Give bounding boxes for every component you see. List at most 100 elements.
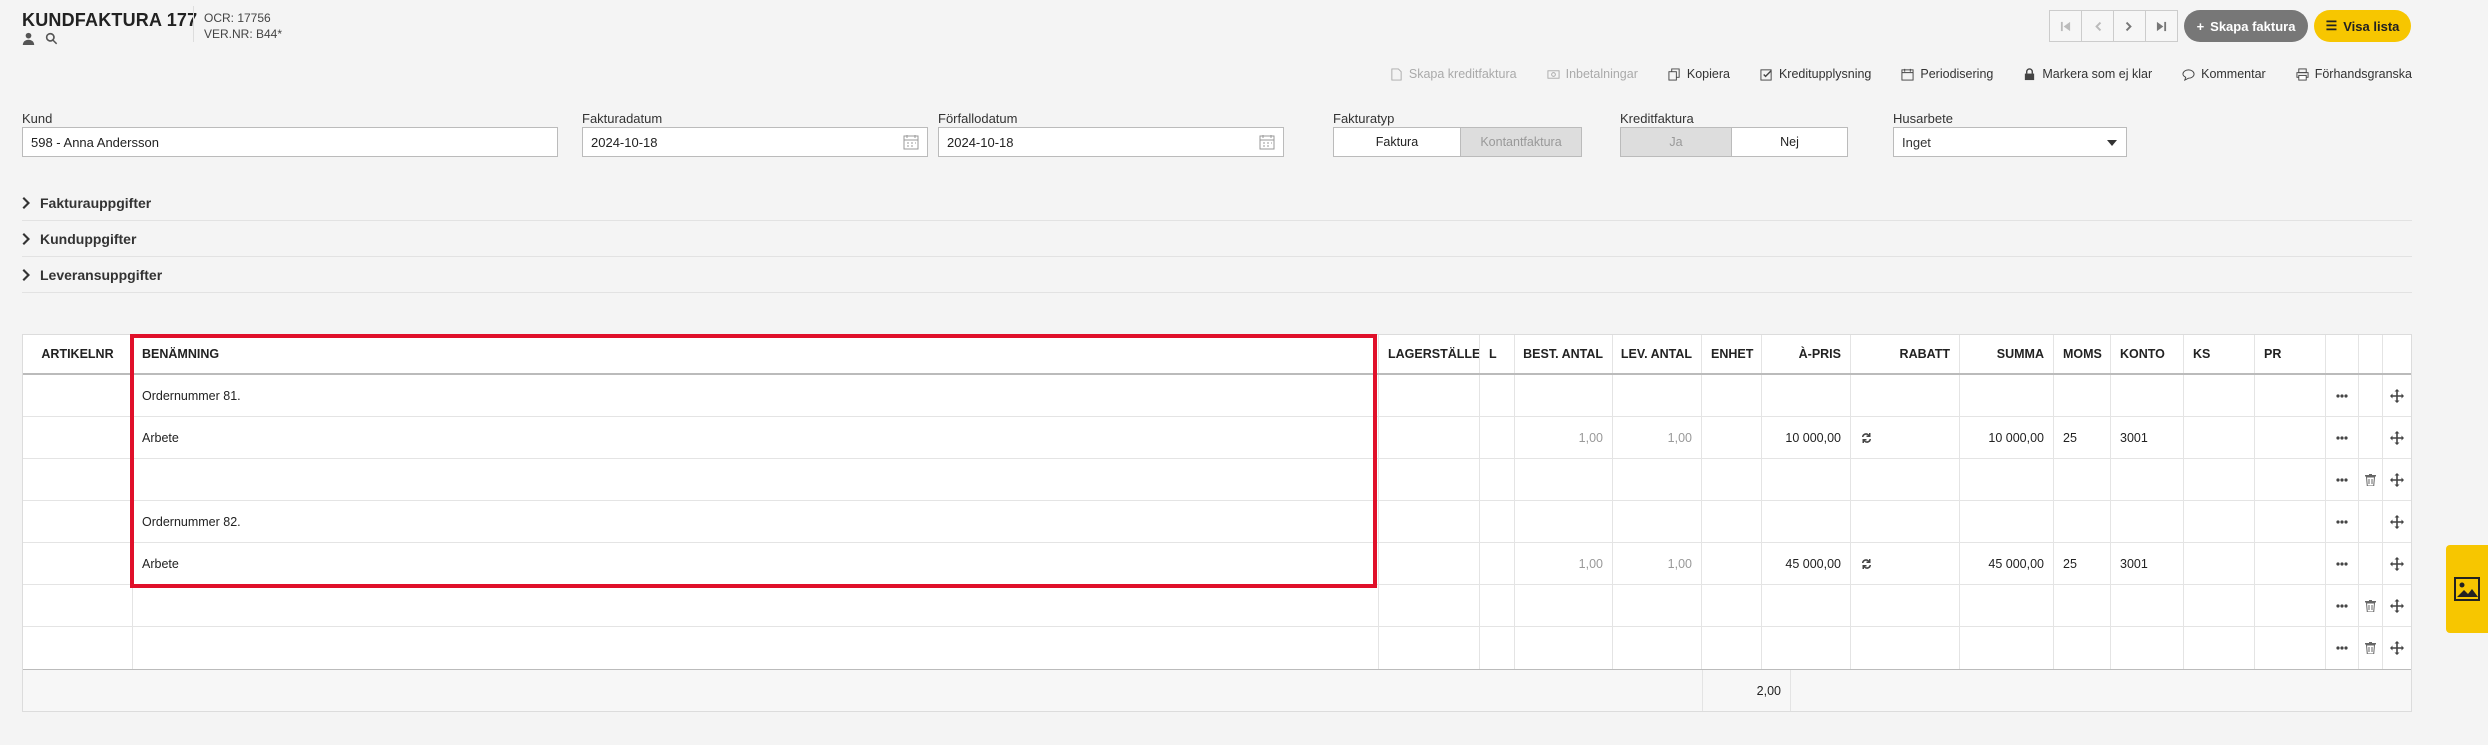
table-row[interactable]	[23, 585, 2411, 627]
cell-moms[interactable]	[2054, 375, 2111, 416]
cell-best-antal[interactable]	[1515, 501, 1613, 542]
section-leveransuppgifter[interactable]: Leveransuppgifter	[22, 257, 2412, 293]
table-cell[interactable]	[1702, 375, 1762, 416]
col-best[interactable]: BEST. ANTAL	[1515, 335, 1613, 373]
cell-konto[interactable]	[2111, 585, 2184, 626]
cell-benamning[interactable]	[133, 459, 1379, 500]
periodize-action[interactable]: Periodisering	[1901, 67, 1993, 81]
table-cell[interactable]	[1702, 543, 1762, 584]
col-pr[interactable]: PR	[2255, 335, 2326, 373]
credit-info-action[interactable]: Kreditupplysning	[1760, 67, 1871, 81]
cell-konto[interactable]: 3001	[2111, 417, 2184, 458]
table-cell[interactable]	[23, 585, 133, 626]
copy-action[interactable]: Kopiera	[1668, 67, 1730, 81]
table-cell[interactable]	[1480, 459, 1515, 500]
move-icon[interactable]	[2383, 585, 2411, 626]
col-rabatt[interactable]: RABATT	[1851, 335, 1960, 373]
image-side-tab[interactable]	[2446, 545, 2488, 633]
cell-rabatt[interactable]	[1851, 627, 1960, 669]
cell-lev-antal[interactable]	[1613, 375, 1702, 416]
user-icon[interactable]	[22, 32, 35, 48]
due-date-field[interactable]: 2024-10-18	[938, 127, 1284, 157]
show-list-button[interactable]: ☰ Visa lista	[2314, 10, 2411, 42]
cell-lev-antal[interactable]	[1613, 501, 1702, 542]
table-cell[interactable]	[1480, 417, 1515, 458]
table-cell[interactable]	[2255, 627, 2326, 669]
cell-best-antal[interactable]	[1515, 585, 1613, 626]
table-row[interactable]	[23, 459, 2411, 501]
table-row[interactable]: Ordernummer 81.	[23, 375, 2411, 417]
section-fakturauppgifter[interactable]: Fakturauppgifter	[22, 185, 2412, 221]
col-apris[interactable]: À-PRIS	[1762, 335, 1851, 373]
table-cell[interactable]	[1379, 627, 1480, 669]
invoice-date-field[interactable]: 2024-10-18	[582, 127, 928, 157]
cell-lev-antal[interactable]	[1613, 627, 1702, 669]
table-cell[interactable]	[23, 627, 133, 669]
table-cell[interactable]	[1379, 417, 1480, 458]
table-cell[interactable]	[2184, 417, 2255, 458]
cell-rabatt[interactable]	[1851, 459, 1960, 500]
more-icon[interactable]	[2326, 627, 2359, 669]
cell-summa[interactable]	[1960, 627, 2054, 669]
more-icon[interactable]	[2326, 585, 2359, 626]
table-cell[interactable]	[1480, 375, 1515, 416]
preview-action[interactable]: Förhandsgranska	[2296, 67, 2412, 81]
table-cell[interactable]	[1480, 501, 1515, 542]
cell-benamning[interactable]	[133, 585, 1379, 626]
col-artikelnr[interactable]: ARTIKELNR	[23, 335, 133, 373]
cell-summa[interactable]	[1960, 459, 2054, 500]
table-cell[interactable]	[2255, 459, 2326, 500]
col-ks[interactable]: KS	[2184, 335, 2255, 373]
cell-benamning[interactable]	[133, 627, 1379, 669]
cell-lev-antal[interactable]: 1,00	[1613, 417, 1702, 458]
table-cell[interactable]	[1702, 501, 1762, 542]
housework-select[interactable]: Inget	[1893, 127, 2127, 157]
cell-apris[interactable]: 45 000,00	[1762, 543, 1851, 584]
create-credit-invoice-action[interactable]: Skapa kreditfaktura	[1390, 67, 1517, 81]
table-cell[interactable]	[1379, 585, 1480, 626]
table-cell[interactable]	[1379, 375, 1480, 416]
mark-not-ready-action[interactable]: Markera som ej klar	[2023, 67, 2152, 81]
cell-best-antal[interactable]	[1515, 375, 1613, 416]
cell-rabatt[interactable]	[1851, 585, 1960, 626]
cell-lev-antal[interactable]	[1613, 459, 1702, 500]
cell-apris[interactable]: 10 000,00	[1762, 417, 1851, 458]
cell-moms[interactable]: 25	[2054, 543, 2111, 584]
more-icon[interactable]	[2326, 459, 2359, 500]
search-icon[interactable]	[45, 32, 58, 48]
table-cell[interactable]	[1379, 543, 1480, 584]
table-cell[interactable]	[2359, 543, 2383, 584]
invoice-type-kontant[interactable]: Kontantfaktura	[1460, 127, 1582, 157]
cell-moms[interactable]	[2054, 585, 2111, 626]
cell-konto[interactable]: 3001	[2111, 543, 2184, 584]
calendar-icon[interactable]	[903, 134, 919, 150]
prev-record-button[interactable]	[2081, 10, 2114, 42]
move-icon[interactable]	[2383, 459, 2411, 500]
cell-konto[interactable]	[2111, 627, 2184, 669]
table-cell[interactable]	[1379, 459, 1480, 500]
table-cell[interactable]	[1702, 417, 1762, 458]
more-icon[interactable]	[2326, 501, 2359, 542]
table-cell[interactable]	[23, 543, 133, 584]
section-kunduppgifter[interactable]: Kunduppgifter	[22, 221, 2412, 257]
col-moms[interactable]: MOMS	[2054, 335, 2111, 373]
table-row[interactable]	[23, 627, 2411, 669]
cell-summa[interactable]: 45 000,00	[1960, 543, 2054, 584]
credit-yes[interactable]: Ja	[1620, 127, 1732, 157]
cell-best-antal[interactable]: 1,00	[1515, 543, 1613, 584]
cell-summa[interactable]	[1960, 501, 2054, 542]
first-record-button[interactable]	[2049, 10, 2082, 42]
col-summa[interactable]: SUMMA	[1960, 335, 2054, 373]
cell-moms[interactable]	[2054, 501, 2111, 542]
cell-moms[interactable]	[2054, 627, 2111, 669]
cell-benamning[interactable]: Arbete	[133, 417, 1379, 458]
table-row[interactable]: Arbete 1,00 1,00 10 000,00 10 000,00 25 3001	[23, 417, 2411, 459]
table-cell[interactable]	[2184, 543, 2255, 584]
cell-benamning[interactable]: Ordernummer 82.	[133, 501, 1379, 542]
table-cell[interactable]	[23, 375, 133, 416]
move-icon[interactable]	[2383, 627, 2411, 669]
cell-summa[interactable]: 10 000,00	[1960, 417, 2054, 458]
trash-icon[interactable]	[2359, 585, 2383, 626]
more-icon[interactable]	[2326, 375, 2359, 416]
cell-best-antal[interactable]	[1515, 627, 1613, 669]
